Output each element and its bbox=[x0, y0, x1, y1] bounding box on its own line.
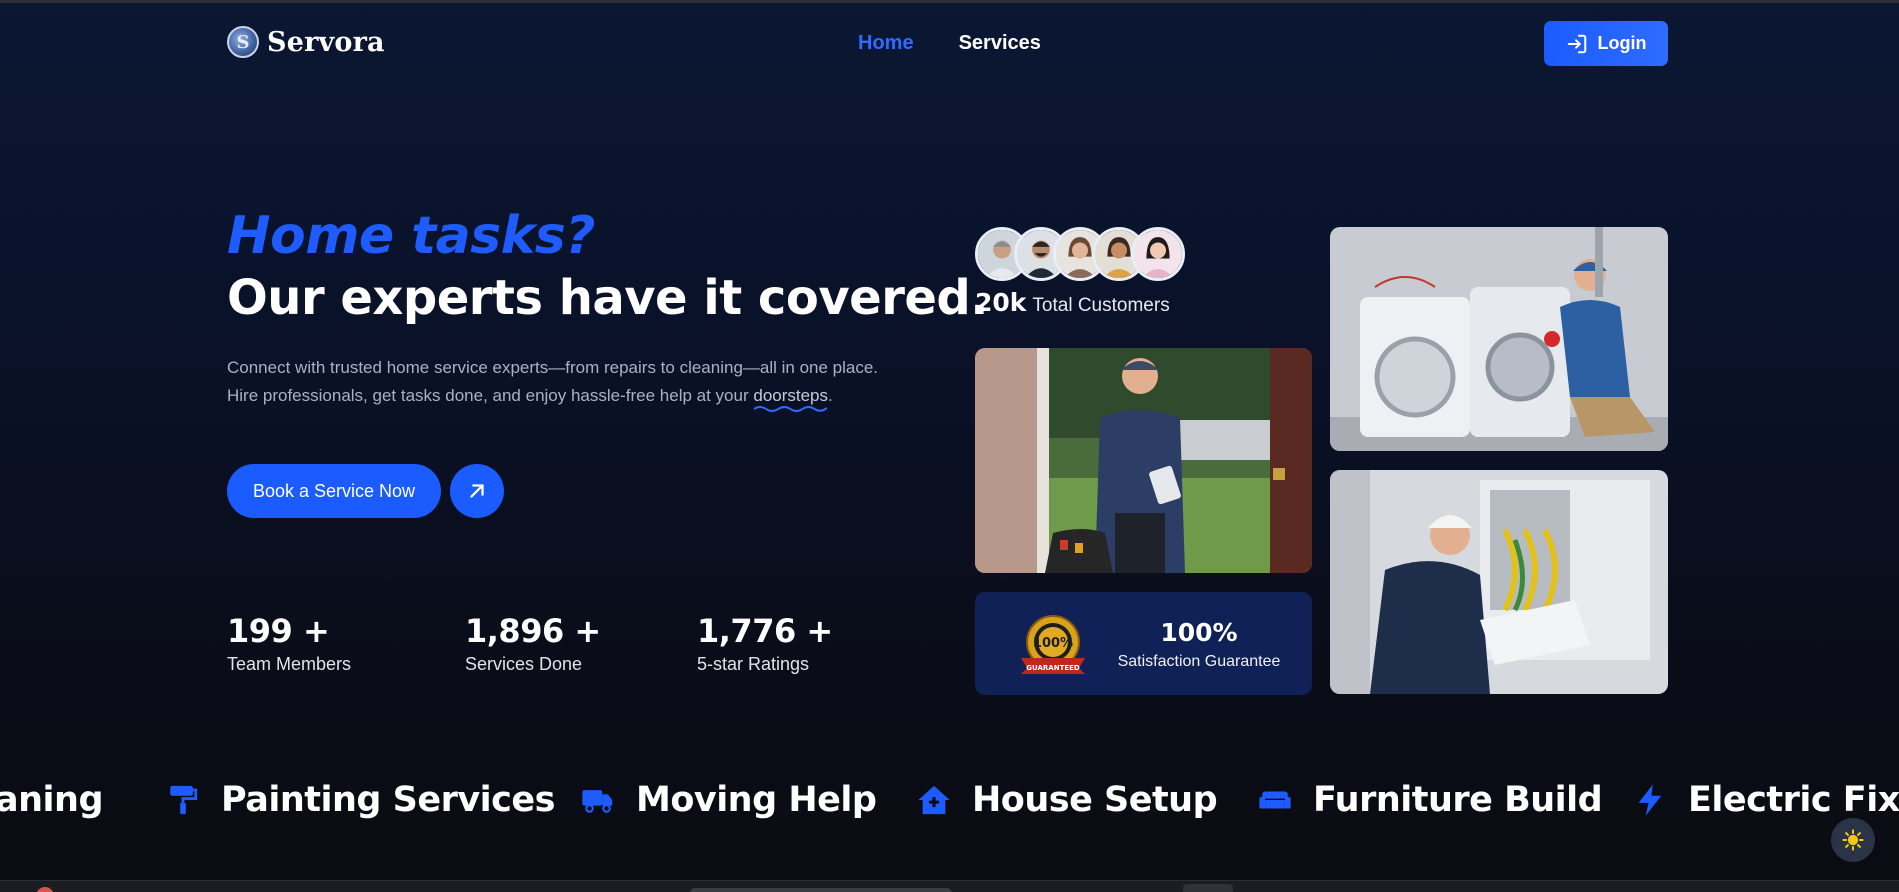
marquee-label: Moving Help bbox=[636, 780, 877, 820]
hero-desc-line1: Connect with trusted home service expert… bbox=[227, 358, 879, 377]
stat-services-done: 1,896 + Services Done bbox=[465, 612, 601, 675]
marquee-item-furniture[interactable]: Furniture Build bbox=[1257, 780, 1603, 820]
satisfaction-guarantee-card: 100% GUARANTEED 100% Satisfaction Guaran… bbox=[975, 592, 1312, 695]
marquee-label: aning bbox=[0, 780, 104, 820]
hero-desc-line2-text: Hire professionals, get tasks done, and … bbox=[227, 386, 754, 405]
doorsteps-highlight: doorsteps bbox=[753, 386, 829, 412]
guarantee-seal-icon: 100% GUARANTEED bbox=[1021, 615, 1085, 674]
customer-avatars bbox=[975, 227, 1185, 281]
marquee-item-house-setup[interactable]: House Setup bbox=[916, 780, 1218, 820]
stat-label: 5-star Ratings bbox=[697, 654, 810, 674]
stat-value: 199 + bbox=[227, 612, 330, 650]
arrow-button[interactable] bbox=[450, 464, 504, 518]
seal-ribbon-text: GUARANTEED bbox=[1026, 664, 1080, 672]
paint-roller-icon bbox=[165, 782, 201, 818]
window-top-border bbox=[0, 0, 1899, 3]
marquee-item-painting[interactable]: Painting Services bbox=[165, 780, 555, 820]
seal-text: 100% bbox=[1033, 636, 1073, 651]
logo[interactable]: S Servora bbox=[227, 26, 385, 58]
taskbar-search[interactable] bbox=[690, 888, 952, 892]
washer-repair-photo bbox=[1330, 227, 1668, 451]
marquee-label: House Setup bbox=[972, 780, 1218, 820]
services-marquee: aning Painting Services Moving Help Hous… bbox=[0, 780, 1899, 840]
sun-icon bbox=[1842, 829, 1864, 851]
theme-toggle-button[interactable] bbox=[1831, 818, 1875, 862]
sofa-icon bbox=[1257, 782, 1293, 818]
hero-kicker: Home tasks? bbox=[227, 206, 595, 266]
login-label: Login bbox=[1597, 33, 1647, 53]
logo-text: Servora bbox=[267, 26, 385, 58]
doorsteps-word: doorsteps bbox=[753, 386, 829, 405]
stat-value: 1,776 + bbox=[697, 612, 833, 650]
bolt-icon bbox=[1632, 782, 1668, 818]
login-icon bbox=[1567, 34, 1586, 53]
marquee-item-moving[interactable]: Moving Help bbox=[580, 780, 877, 820]
hero-description: Connect with trusted home service expert… bbox=[227, 354, 947, 412]
nav-services[interactable]: Services bbox=[959, 32, 1041, 55]
stat-team-members: 199 + Team Members bbox=[227, 612, 351, 675]
truck-icon bbox=[580, 782, 616, 818]
stat-five-star-ratings: 1,776 + 5-star Ratings bbox=[697, 612, 833, 675]
nav-home[interactable]: Home bbox=[858, 32, 914, 55]
marquee-label: Furniture Build bbox=[1313, 780, 1603, 820]
guarantee-value: 100% bbox=[1160, 618, 1238, 647]
login-button[interactable]: Login bbox=[1544, 21, 1668, 66]
taskbar-item[interactable] bbox=[1183, 884, 1233, 892]
squiggle-underline bbox=[753, 406, 828, 412]
hero-title: Our experts have it covered. bbox=[227, 270, 989, 326]
marquee-item-electric[interactable]: Electric Fixes bbox=[1632, 780, 1899, 820]
customers-label: Total Customers bbox=[1032, 295, 1170, 316]
electrician-photo bbox=[1330, 470, 1668, 694]
stat-label: Services Done bbox=[465, 654, 583, 674]
guarantee-label: Satisfaction Guarantee bbox=[1117, 653, 1281, 670]
technician-photo bbox=[975, 348, 1312, 573]
main-nav: Home Services bbox=[858, 32, 1041, 55]
avatar bbox=[1131, 227, 1185, 281]
total-customers: 20k Total Customers bbox=[975, 288, 1170, 317]
marquee-label: Electric Fixes bbox=[1688, 780, 1899, 820]
hero-desc-line2: Hire professionals, get tasks done, and … bbox=[227, 382, 947, 412]
marquee-label: Painting Services bbox=[221, 780, 555, 820]
marquee-item-cleaning[interactable]: aning bbox=[0, 780, 104, 820]
arrow-up-right-icon bbox=[470, 484, 484, 498]
logo-icon: S bbox=[227, 26, 259, 58]
stat-value: 1,896 + bbox=[465, 612, 601, 650]
stat-label: Team Members bbox=[227, 654, 352, 674]
house-icon bbox=[916, 782, 952, 818]
book-service-button[interactable]: Book a Service Now bbox=[227, 464, 441, 518]
hero-desc-period: . bbox=[828, 386, 833, 405]
customers-count: 20k bbox=[975, 288, 1027, 317]
